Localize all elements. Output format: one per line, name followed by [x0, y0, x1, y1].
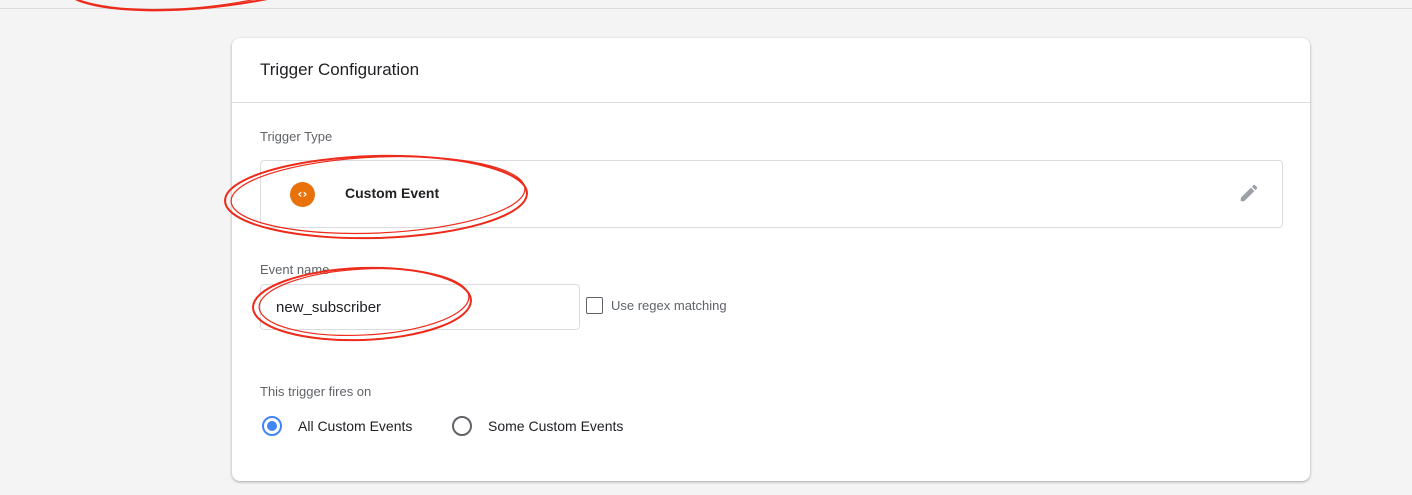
radio-some-custom-events-control[interactable]	[452, 416, 472, 436]
radio-all-custom-events-control[interactable]	[262, 416, 282, 436]
radio-some-custom-events[interactable]: Some Custom Events	[452, 416, 623, 436]
fires-on-label: This trigger fires on	[260, 384, 372, 399]
trigger-type-name: Custom Event	[345, 185, 440, 201]
event-name-label: Event name	[260, 262, 330, 277]
radio-all-custom-events-label: All Custom Events	[298, 418, 413, 434]
trigger-type-label: Trigger Type	[260, 129, 333, 144]
custom-event-code-icon: ‹›	[290, 182, 315, 207]
top-divider	[0, 8, 1412, 9]
regex-matching-option[interactable]: Use regex matching	[586, 297, 727, 314]
pencil-icon[interactable]	[1238, 182, 1260, 204]
radio-all-custom-events[interactable]: All Custom Events	[262, 416, 412, 436]
trigger-type-selector[interactable]: ‹› Custom Event	[260, 160, 1283, 228]
radio-some-custom-events-label: Some Custom Events	[488, 418, 624, 434]
card-title: Trigger Configuration	[232, 38, 1310, 103]
trigger-configuration-card: Trigger Configuration Trigger Type ‹› Cu…	[232, 38, 1310, 481]
regex-matching-label: Use regex matching	[611, 298, 727, 313]
event-name-input[interactable]	[260, 284, 580, 330]
regex-matching-checkbox[interactable]	[586, 297, 603, 314]
